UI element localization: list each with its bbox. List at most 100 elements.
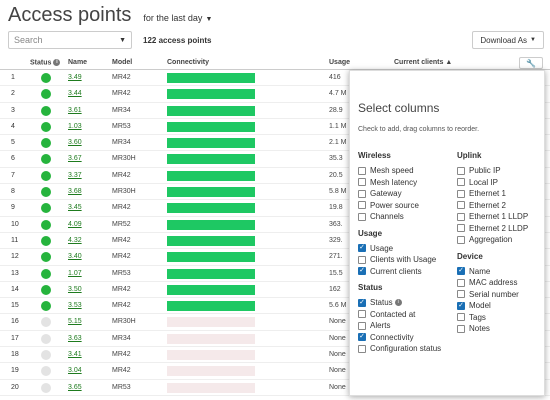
ap-name-link[interactable]: 3.37: [68, 172, 82, 179]
clients-column-header[interactable]: Current clients ▲: [394, 59, 452, 66]
ap-name-link[interactable]: 3.04: [68, 367, 82, 374]
checkbox[interactable]: [457, 212, 465, 221]
column-option[interactable]: Local IP: [457, 177, 528, 189]
ap-usage: None: [329, 367, 346, 375]
status-column-header[interactable]: Status i: [30, 59, 61, 66]
column-option[interactable]: Model: [457, 300, 528, 312]
checked-checkbox[interactable]: [358, 244, 366, 253]
checked-checkbox[interactable]: [358, 298, 366, 307]
ap-name-link[interactable]: 1.07: [68, 270, 82, 277]
option-label: Ethernet 2 LLDP: [469, 223, 529, 233]
ap-name-link[interactable]: 3.68: [68, 188, 82, 195]
column-option[interactable]: Channels: [358, 211, 441, 223]
checkbox[interactable]: [358, 255, 366, 264]
ap-name-link[interactable]: 3.67: [68, 155, 82, 162]
checkbox[interactable]: [457, 189, 465, 198]
checkbox[interactable]: [457, 224, 465, 233]
row-number: 14: [11, 285, 19, 293]
ap-name-link[interactable]: 3.61: [68, 107, 82, 114]
column-option[interactable]: Aggregation: [457, 234, 528, 246]
checkbox[interactable]: [358, 212, 366, 221]
column-option[interactable]: Serial number: [457, 289, 528, 301]
checkbox[interactable]: [358, 178, 366, 187]
checkbox[interactable]: [358, 344, 366, 353]
column-option[interactable]: Gateway: [358, 188, 441, 200]
search-box[interactable]: ▼: [8, 31, 132, 49]
name-column-header[interactable]: Name: [68, 59, 87, 66]
checkbox[interactable]: [358, 321, 366, 330]
checkbox[interactable]: [457, 313, 465, 322]
ap-name-link[interactable]: 3.60: [68, 139, 82, 146]
checked-checkbox[interactable]: [457, 301, 465, 310]
ap-name-link[interactable]: 4.09: [68, 221, 82, 228]
column-group: Uplink Public IP Local IP Ethernet 1 Etherne…: [457, 151, 528, 246]
ap-name-link[interactable]: 3.49: [68, 74, 82, 81]
ap-name-link[interactable]: 3.50: [68, 286, 82, 293]
ap-name-link[interactable]: 3.45: [68, 204, 82, 211]
checkbox[interactable]: [457, 201, 465, 210]
download-button[interactable]: Download As ▼: [472, 31, 544, 49]
checked-checkbox[interactable]: [358, 333, 366, 342]
option-label: Status: [370, 298, 393, 308]
option-label: Usage: [370, 243, 394, 253]
column-option[interactable]: Configuration status: [358, 343, 441, 355]
column-option[interactable]: Contacted at: [358, 309, 441, 321]
model-column-header[interactable]: Model: [112, 59, 132, 66]
checkbox[interactable]: [457, 324, 465, 333]
ap-name-link[interactable]: 3.65: [68, 384, 82, 391]
column-option[interactable]: Usage: [358, 243, 441, 255]
checkbox[interactable]: [457, 178, 465, 187]
checkbox[interactable]: [457, 278, 465, 287]
column-option[interactable]: Power source: [358, 200, 441, 212]
period-dropdown[interactable]: for the last day ▼: [143, 13, 212, 23]
ap-name-link[interactable]: 3.53: [68, 302, 82, 309]
column-option[interactable]: Mesh speed: [358, 165, 441, 177]
checkbox[interactable]: [457, 166, 465, 175]
ap-name-link[interactable]: 3.41: [68, 351, 82, 358]
checkbox[interactable]: [358, 189, 366, 198]
option-label: Notes: [469, 324, 490, 334]
column-option[interactable]: MAC address: [457, 277, 528, 289]
ap-model: MR53: [112, 122, 131, 130]
checkbox[interactable]: [457, 235, 465, 244]
status-dot-icon: [41, 268, 51, 279]
checkbox[interactable]: [457, 290, 465, 299]
column-option[interactable]: Connectivity: [358, 332, 441, 344]
column-option[interactable]: Public IP: [457, 165, 528, 177]
ap-name-link[interactable]: 3.44: [68, 90, 82, 97]
ap-usage: 28.9: [329, 106, 343, 114]
usage-column-header[interactable]: Usage: [329, 59, 350, 66]
row-number: 8: [11, 188, 15, 196]
checkbox[interactable]: [358, 201, 366, 210]
column-option[interactable]: Ethernet 2: [457, 200, 528, 212]
caret-down-icon[interactable]: ▼: [119, 37, 126, 44]
checked-checkbox[interactable]: [457, 267, 465, 276]
wrench-icon[interactable]: 🔧: [519, 57, 543, 69]
column-option[interactable]: Tags: [457, 312, 528, 324]
ap-model: MR42: [112, 90, 131, 98]
row-number: 6: [11, 155, 15, 163]
column-option[interactable]: Current clients: [358, 266, 441, 278]
column-option[interactable]: Ethernet 1: [457, 188, 528, 200]
search-input[interactable]: [14, 35, 114, 45]
right-column-groups: Uplink Public IP Local IP Ethernet 1 Etherne…: [457, 151, 528, 341]
column-option[interactable]: Statusi: [358, 297, 441, 309]
column-option[interactable]: Clients with Usage: [358, 254, 441, 266]
ap-name-link[interactable]: 1.03: [68, 123, 82, 130]
ap-name-link[interactable]: 4.32: [68, 237, 82, 244]
column-option[interactable]: Alerts: [358, 320, 441, 332]
checkbox[interactable]: [358, 166, 366, 175]
option-label: Ethernet 1: [469, 189, 506, 199]
connectivity-column-header[interactable]: Connectivity: [167, 59, 209, 66]
column-option[interactable]: Name: [457, 266, 528, 278]
column-option[interactable]: Notes: [457, 323, 528, 335]
ap-name-link[interactable]: 5.15: [68, 318, 82, 325]
column-option[interactable]: Ethernet 2 LLDP: [457, 223, 528, 235]
connectivity-bar: [167, 235, 255, 246]
ap-name-link[interactable]: 3.40: [68, 253, 82, 260]
column-option[interactable]: Ethernet 1 LLDP: [457, 211, 528, 223]
checked-checkbox[interactable]: [358, 267, 366, 276]
column-option[interactable]: Mesh latency: [358, 177, 441, 189]
checkbox[interactable]: [358, 310, 366, 319]
ap-name-link[interactable]: 3.63: [68, 335, 82, 342]
